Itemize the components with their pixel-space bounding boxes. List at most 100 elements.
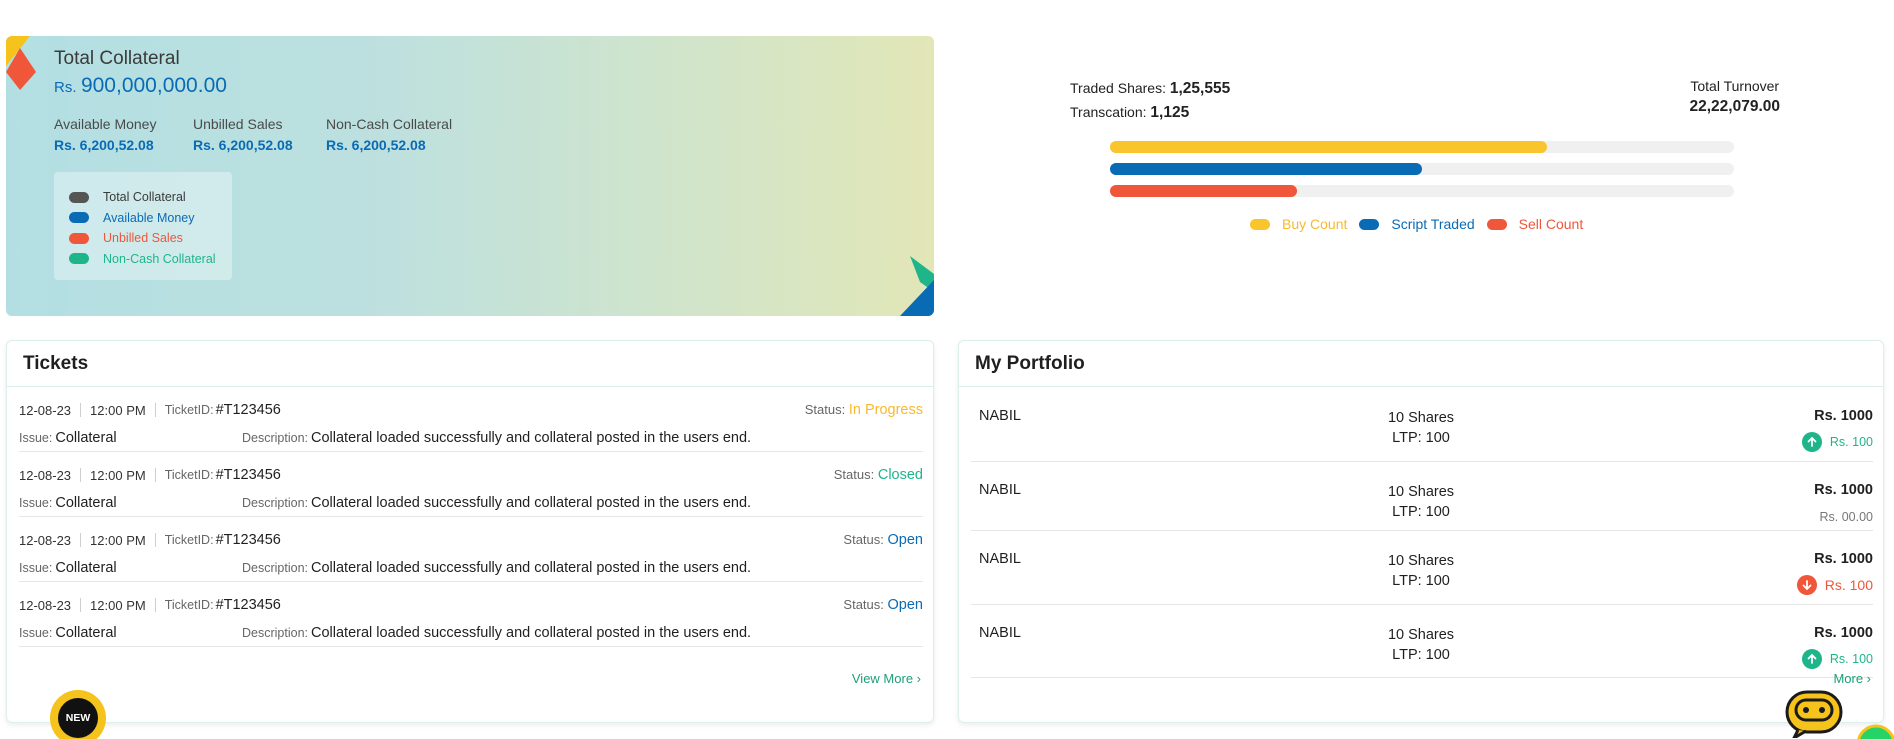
price-change: Rs. 100 — [1801, 432, 1873, 452]
description-label: Description: — [242, 561, 308, 575]
ticket-description: Description: Collateral loaded successful… — [242, 430, 751, 446]
ticket-row[interactable]: 12-08-23 12:00 PM TicketID: #T123456 Sta… — [19, 518, 923, 582]
share-count: 10 Shares — [1387, 553, 1455, 569]
issue-label: Issue: — [19, 496, 53, 510]
ticket-id: #T123456 — [215, 532, 281, 548]
change-value: Rs. 100 — [1829, 652, 1873, 666]
price-change: Rs. 00.00 — [1814, 510, 1873, 524]
ticket-row[interactable]: 12-08-23 12:00 PM TicketID: #T123456 Sta… — [19, 388, 923, 452]
issue-label: Issue: — [19, 561, 53, 575]
transaction-label: Transcation: — [1070, 104, 1147, 120]
legend-label: Total Collateral — [103, 190, 186, 205]
stock-symbol: NABIL — [979, 482, 1021, 498]
bar-legend: Buy Count Script Traded Sell Count — [1250, 216, 1595, 232]
valuation: Rs. 1000 Rs. 100 — [1801, 408, 1873, 452]
tickets-view-more-link[interactable]: View More › — [852, 671, 921, 686]
ticket-meta: 12-08-23 12:00 PM TicketID: #T123456 — [19, 532, 281, 548]
portfolio-row[interactable]: NABIL 10 Shares LTP: 100 Rs. 1000 Rs. 10… — [971, 388, 1873, 462]
portfolio-row[interactable]: NABIL 10 Shares LTP: 100 Rs. 1000 Rs. 10… — [971, 531, 1873, 605]
share-count: 10 Shares — [1387, 627, 1455, 643]
legend-label: Non-Cash Collateral — [103, 251, 216, 266]
status-value: Open — [887, 597, 923, 613]
legend-label: Unbilled Sales — [103, 231, 183, 246]
arrow-up-icon — [1801, 649, 1822, 669]
issue-value: Collateral — [55, 495, 117, 511]
non-cash-collateral-stat: Non-Cash Collateral Rs. 6,200,52.08 — [326, 116, 452, 153]
legend-swatch — [1250, 218, 1270, 230]
chatbot-icon[interactable] — [1784, 686, 1844, 738]
buy-count-bar — [1110, 141, 1734, 153]
ticket-id-label: TicketID: — [164, 533, 214, 547]
corner-decoration — [6, 36, 36, 90]
separator — [80, 468, 82, 482]
tickets-title: Tickets — [7, 341, 933, 387]
ticket-time: 12:00 PM — [90, 532, 146, 548]
script-traded-bar — [1110, 163, 1734, 175]
holding-value: Rs. 1000 — [1814, 551, 1873, 567]
holding-value: Rs. 1000 — [1814, 408, 1873, 424]
portfolio-row[interactable]: NABIL 10 Shares LTP: 100 Rs. 1000 Rs. 10… — [971, 605, 1873, 678]
ticket-row[interactable]: 12-08-23 12:00 PM TicketID: #T123456 Sta… — [19, 583, 923, 647]
available-money-stat: Available Money Rs. 6,200,52.08 — [54, 116, 156, 153]
new-badge-button[interactable]: NEW — [50, 690, 106, 739]
portfolio-row[interactable]: NABIL 10 Shares LTP: 100 Rs. 1000 Rs. 00… — [971, 462, 1873, 531]
share-count: 10 Shares — [1387, 410, 1455, 426]
price-change: Rs. 100 — [1801, 649, 1873, 669]
legend-swatch — [69, 212, 89, 224]
stat-label: Available Money — [54, 116, 157, 132]
trading-summary: Traded Shares: 1,25,555 Transcation: 1,1… — [1070, 76, 1780, 246]
ticket-row[interactable]: 12-08-23 12:00 PM TicketID: #T123456 Sta… — [19, 453, 923, 517]
collateral-amount: Rs. 900,000,000.00 — [54, 74, 227, 98]
legend-label: Script Traded — [1391, 216, 1475, 232]
collateral-amount-value: 900,000,000.00 — [80, 74, 227, 97]
description-value: Collateral loaded successfully and colla… — [311, 625, 752, 641]
ticket-issue: Issue: Collateral — [19, 560, 117, 576]
status-label: Status: — [843, 532, 884, 547]
holding-info: 10 Shares LTP: 100 — [1371, 551, 1471, 591]
corner-decoration — [900, 256, 934, 316]
ticket-description: Description: Collateral loaded successful… — [242, 560, 751, 576]
status-value: In Progress — [848, 402, 923, 418]
status-label: Status: — [833, 467, 875, 482]
issue-value: Collateral — [55, 625, 117, 641]
ticket-status: Status: Open — [843, 532, 923, 548]
collateral-title: Total Collateral — [54, 48, 180, 69]
status-label: Status: — [804, 402, 846, 417]
ticket-issue: Issue: Collateral — [19, 495, 117, 511]
valuation: Rs. 1000 Rs. 00.00 — [1814, 482, 1873, 524]
stock-symbol: NABIL — [979, 625, 1021, 641]
ticket-date: 12-08-23 — [19, 467, 72, 483]
arrow-down-icon — [1796, 575, 1817, 595]
issue-value: Collateral — [55, 560, 117, 576]
change-value: Rs. 100 — [1824, 577, 1873, 593]
legend-label: Buy Count — [1282, 216, 1348, 232]
legend-swatch — [1359, 218, 1380, 230]
description-label: Description: — [242, 431, 308, 445]
ltp-value: LTP: 100 — [1392, 430, 1450, 446]
status-value: Closed — [877, 467, 923, 483]
ticket-id: #T123456 — [215, 597, 281, 613]
valuation: Rs. 1000 Rs. 100 — [1796, 551, 1873, 595]
legend-swatch — [69, 232, 89, 244]
description-label: Description: — [242, 626, 308, 640]
bar-fill — [1110, 141, 1547, 153]
whatsapp-icon[interactable] — [1854, 722, 1894, 739]
traded-shares: Traded Shares: 1,25,555 — [1070, 80, 1230, 98]
bar-fill — [1110, 185, 1298, 197]
portfolio-title: My Portfolio — [959, 341, 1883, 387]
stat-label: Non-Cash Collateral — [326, 116, 453, 132]
ticket-id-label: TicketID: — [164, 468, 214, 482]
ticket-description: Description: Collateral loaded successful… — [242, 625, 751, 641]
ltp-value: LTP: 100 — [1392, 647, 1450, 663]
change-value: Rs. 100 — [1829, 435, 1873, 449]
ticket-id-label: TicketID: — [164, 598, 214, 612]
new-badge-label: NEW — [58, 698, 98, 738]
stat-value: Rs. 6,200,52.08 — [193, 137, 293, 153]
ticket-time: 12:00 PM — [90, 402, 146, 418]
share-count: 10 Shares — [1387, 484, 1455, 500]
portfolio-view-more-link[interactable]: More › — [1833, 671, 1871, 686]
tickets-panel: Tickets 12-08-23 12:00 PM TicketID: #T12… — [6, 340, 934, 723]
issue-value: Collateral — [55, 430, 117, 446]
arrow-up-icon — [1801, 432, 1822, 452]
ticket-meta: 12-08-23 12:00 PM TicketID: #T123456 — [19, 467, 281, 483]
